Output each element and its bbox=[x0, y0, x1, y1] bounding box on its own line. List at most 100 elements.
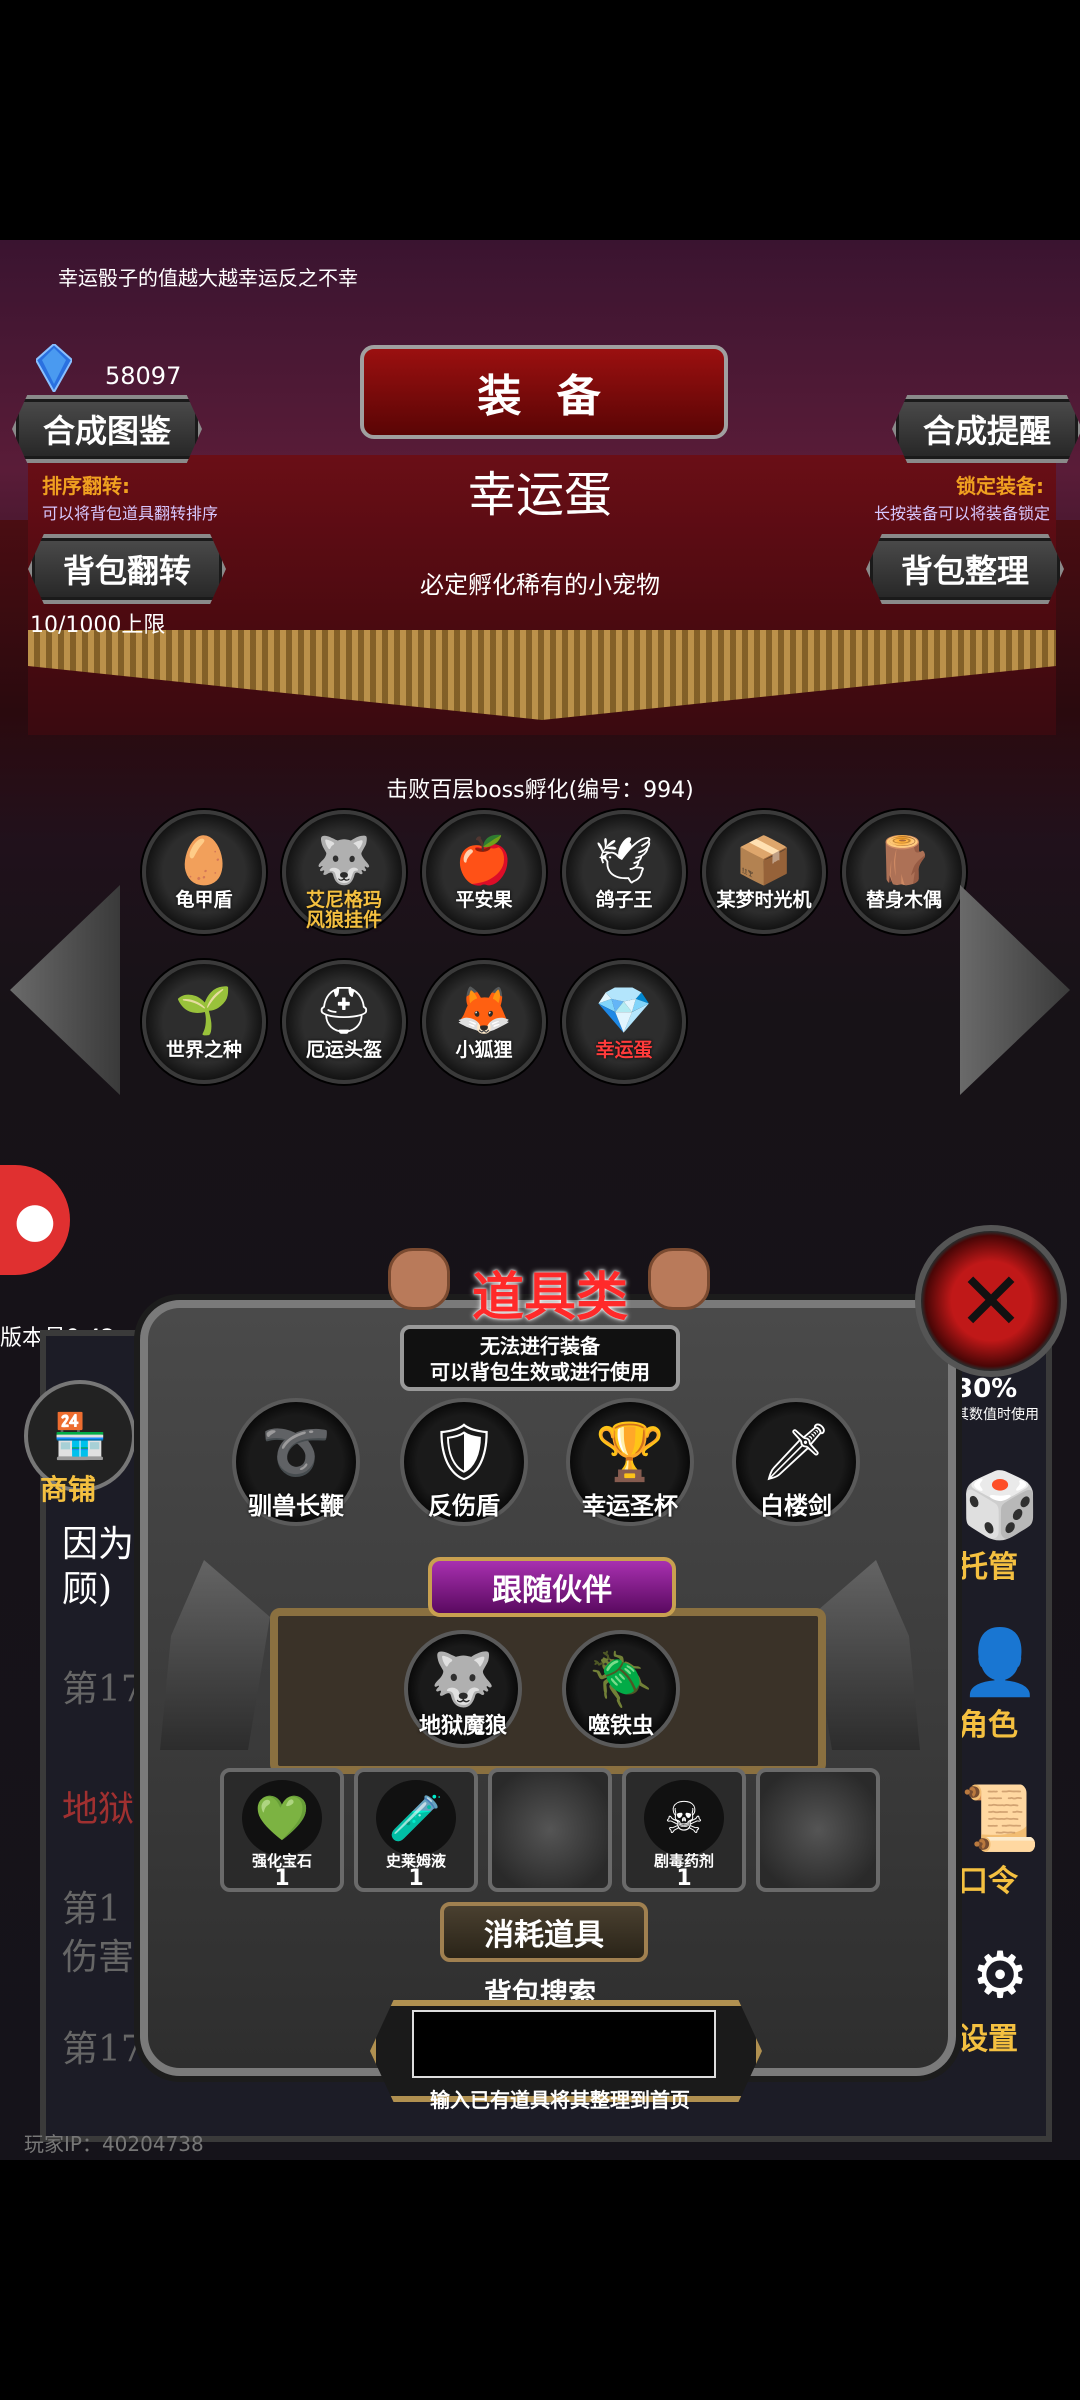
tool-slot[interactable]: 🛡 反伤盾 bbox=[400, 1398, 528, 1526]
gem-icon: 💚 bbox=[242, 1780, 322, 1856]
item-slot[interactable]: 🦊 小狐狸 bbox=[422, 960, 546, 1084]
item-slot[interactable]: 📦 某梦时光机 bbox=[702, 810, 826, 934]
item-slot[interactable]: 🪵 替身木偶 bbox=[842, 810, 966, 934]
character-icon[interactable]: 👤 bbox=[950, 1612, 1050, 1712]
selected-item-desc: 必定孵化稀有的小宠物 bbox=[420, 571, 660, 599]
item-slot-label: 龟甲盾 bbox=[175, 889, 233, 911]
collection-button[interactable]: 合成图鉴 bbox=[12, 395, 202, 463]
bag-search-hint: 输入已有道具将其整理到首页 bbox=[430, 2088, 690, 2112]
seed-icon: 🌱 bbox=[175, 982, 233, 1037]
nav-bar-area bbox=[0, 2160, 1080, 2400]
log-line: 地狱 bbox=[62, 1789, 135, 1830]
item-slot[interactable]: 🍎 平安果 bbox=[422, 810, 546, 934]
turtle-shield-icon: 🥚 bbox=[175, 832, 233, 887]
companion-frame bbox=[270, 1608, 826, 1774]
iron-bug-icon: 🪲 bbox=[588, 1649, 654, 1710]
tool-slot[interactable]: 🗡 白楼剑 bbox=[732, 1398, 860, 1526]
bag-flip-button[interactable]: 背包翻转 bbox=[28, 534, 226, 604]
companion-label: 噬铁虫 bbox=[587, 1714, 654, 1739]
item-slot[interactable]: 🕊 鸽子王 bbox=[562, 810, 686, 934]
item-slot-label: 艾尼格玛 风狼挂件 bbox=[305, 889, 382, 931]
close-icon[interactable]: ✕ bbox=[915, 1225, 1067, 1377]
tool-slot[interactable]: ➰ 驯兽长鞭 bbox=[232, 1398, 360, 1526]
apple-icon: 🍎 bbox=[455, 832, 513, 887]
log-line: 顾) bbox=[62, 1569, 113, 1610]
companion-slot[interactable]: 🐺 地狱魔狼 bbox=[404, 1630, 522, 1748]
item-slot-label: 幸运蛋 bbox=[595, 1039, 653, 1061]
consumable-count: 1 bbox=[408, 1866, 424, 1891]
scroll-icon[interactable]: 📜 bbox=[950, 1768, 1050, 1868]
tool-slot-label: 白楼剑 bbox=[760, 1492, 832, 1520]
tool-slot-label: 反伤盾 bbox=[428, 1492, 500, 1520]
wolf-pendant-icon: 🐺 bbox=[315, 832, 373, 887]
character-label: 角色 bbox=[958, 1708, 1018, 1743]
potion-icon: 🧪 bbox=[376, 1780, 456, 1856]
auto-label: 托管 bbox=[958, 1550, 1018, 1585]
companion-label: 地狱魔狼 bbox=[418, 1714, 507, 1739]
tool-slot[interactable]: 🏆 幸运圣杯 bbox=[566, 1398, 694, 1526]
tools-title: 道具类 bbox=[471, 1268, 628, 1328]
consumables-title: 消耗道具 bbox=[440, 1902, 648, 1962]
item-slot-label: 小狐狸 bbox=[455, 1039, 513, 1061]
tools-note-line: 可以背包生效或进行使用 bbox=[430, 1360, 650, 1384]
sort-flip-desc: 可以将背包道具翻转排序 bbox=[42, 504, 219, 523]
item-slot-label: 替身木偶 bbox=[865, 889, 942, 911]
pigeon-icon: 🕊 bbox=[594, 832, 654, 887]
item-slot[interactable]: 🐺 艾尼格玛 风狼挂件 bbox=[282, 810, 406, 934]
wooden-puppet-icon: 🪵 bbox=[875, 832, 933, 887]
code-label: 口令 bbox=[958, 1864, 1018, 1899]
item-slot-label: 平安果 bbox=[455, 889, 513, 911]
lucky-egg-icon: 💎 bbox=[595, 982, 653, 1037]
item-slot-label: 鸽子王 bbox=[595, 889, 653, 911]
bag-icon bbox=[648, 1248, 710, 1310]
consumable-slot[interactable]: 🧪 史莱姆液 1 bbox=[354, 1768, 478, 1892]
shop-label: 商铺 bbox=[40, 1473, 97, 1506]
consumable-slot-empty[interactable] bbox=[756, 1768, 880, 1892]
partial-note: 其数值时使用 bbox=[955, 1407, 1039, 1423]
blue-gem-icon bbox=[36, 344, 72, 392]
grail-icon: 🏆 bbox=[595, 1420, 665, 1485]
dice-icon[interactable]: 🎲 bbox=[950, 1455, 1050, 1555]
status-bar-area bbox=[0, 0, 1080, 240]
item-slot[interactable]: 🌱 世界之种 bbox=[142, 960, 266, 1084]
spiked-shield-icon: 🛡 bbox=[428, 1420, 500, 1485]
sort-flip-label: 排序翻转: bbox=[42, 474, 130, 498]
synthesis-remind-button[interactable]: 合成提醒 bbox=[892, 395, 1080, 463]
item-slot-label: 某梦时光机 bbox=[716, 889, 812, 911]
player-ip: 玩家IP：40204738 bbox=[24, 2132, 204, 2156]
consumable-slot-empty[interactable] bbox=[488, 1768, 612, 1892]
partial-value: 30% bbox=[955, 1374, 1018, 1404]
tools-note: 无法进行装备 可以背包生效或进行使用 bbox=[400, 1325, 680, 1391]
poison-icon: ☠ bbox=[644, 1780, 724, 1856]
consumable-count: 1 bbox=[274, 1866, 290, 1891]
item-slot[interactable]: 🥚 龟甲盾 bbox=[142, 810, 266, 934]
settings-label: 设置 bbox=[958, 2022, 1018, 2057]
gem-count: 58097 bbox=[105, 362, 182, 390]
equipment-header: 装 备 bbox=[360, 345, 728, 439]
gear-icon[interactable]: ⚙ bbox=[950, 1926, 1050, 2026]
tools-note-line: 无法进行装备 bbox=[480, 1334, 600, 1358]
item-slot[interactable]: ⛑ 厄运头盔 bbox=[282, 960, 406, 1084]
companion-title: 跟随伙伴 bbox=[428, 1557, 676, 1617]
lock-equip-label: 锁定装备: bbox=[956, 474, 1044, 498]
tool-slot-label: 幸运圣杯 bbox=[582, 1492, 678, 1520]
item-slot-label: 世界之种 bbox=[165, 1039, 242, 1061]
lock-equip-desc: 长按装备可以将装备锁定 bbox=[873, 504, 1050, 523]
item-slot-selected[interactable]: 💎 幸运蛋 bbox=[562, 960, 686, 1084]
sword-icon: 🗡 bbox=[760, 1420, 832, 1485]
bag-sort-button[interactable]: 背包整理 bbox=[866, 534, 1064, 604]
fox-icon: 🦊 bbox=[455, 982, 513, 1037]
selected-item-name: 幸运蛋 bbox=[467, 467, 612, 523]
companion-slot[interactable]: 🪲 噬铁虫 bbox=[562, 1630, 680, 1748]
log-line: 伤害 bbox=[62, 1937, 135, 1978]
log-line: 第17 bbox=[62, 1669, 144, 1710]
consumable-count: 1 bbox=[676, 1866, 692, 1891]
helmet-icon: ⛑ bbox=[314, 982, 374, 1037]
consumable-slot[interactable]: 💚 强化宝石 1 bbox=[220, 1768, 344, 1892]
consumable-slot[interactable]: ☠ 剧毒药剂 1 bbox=[622, 1768, 746, 1892]
top-tip-text: 幸运骰子的值越大越幸运反之不幸 bbox=[58, 266, 358, 290]
tool-slot-label: 驯兽长鞭 bbox=[248, 1492, 344, 1520]
item-slot-label: 厄运头盔 bbox=[305, 1039, 382, 1061]
bag-search-input[interactable] bbox=[412, 2010, 716, 2078]
whip-icon: ➰ bbox=[261, 1420, 331, 1485]
